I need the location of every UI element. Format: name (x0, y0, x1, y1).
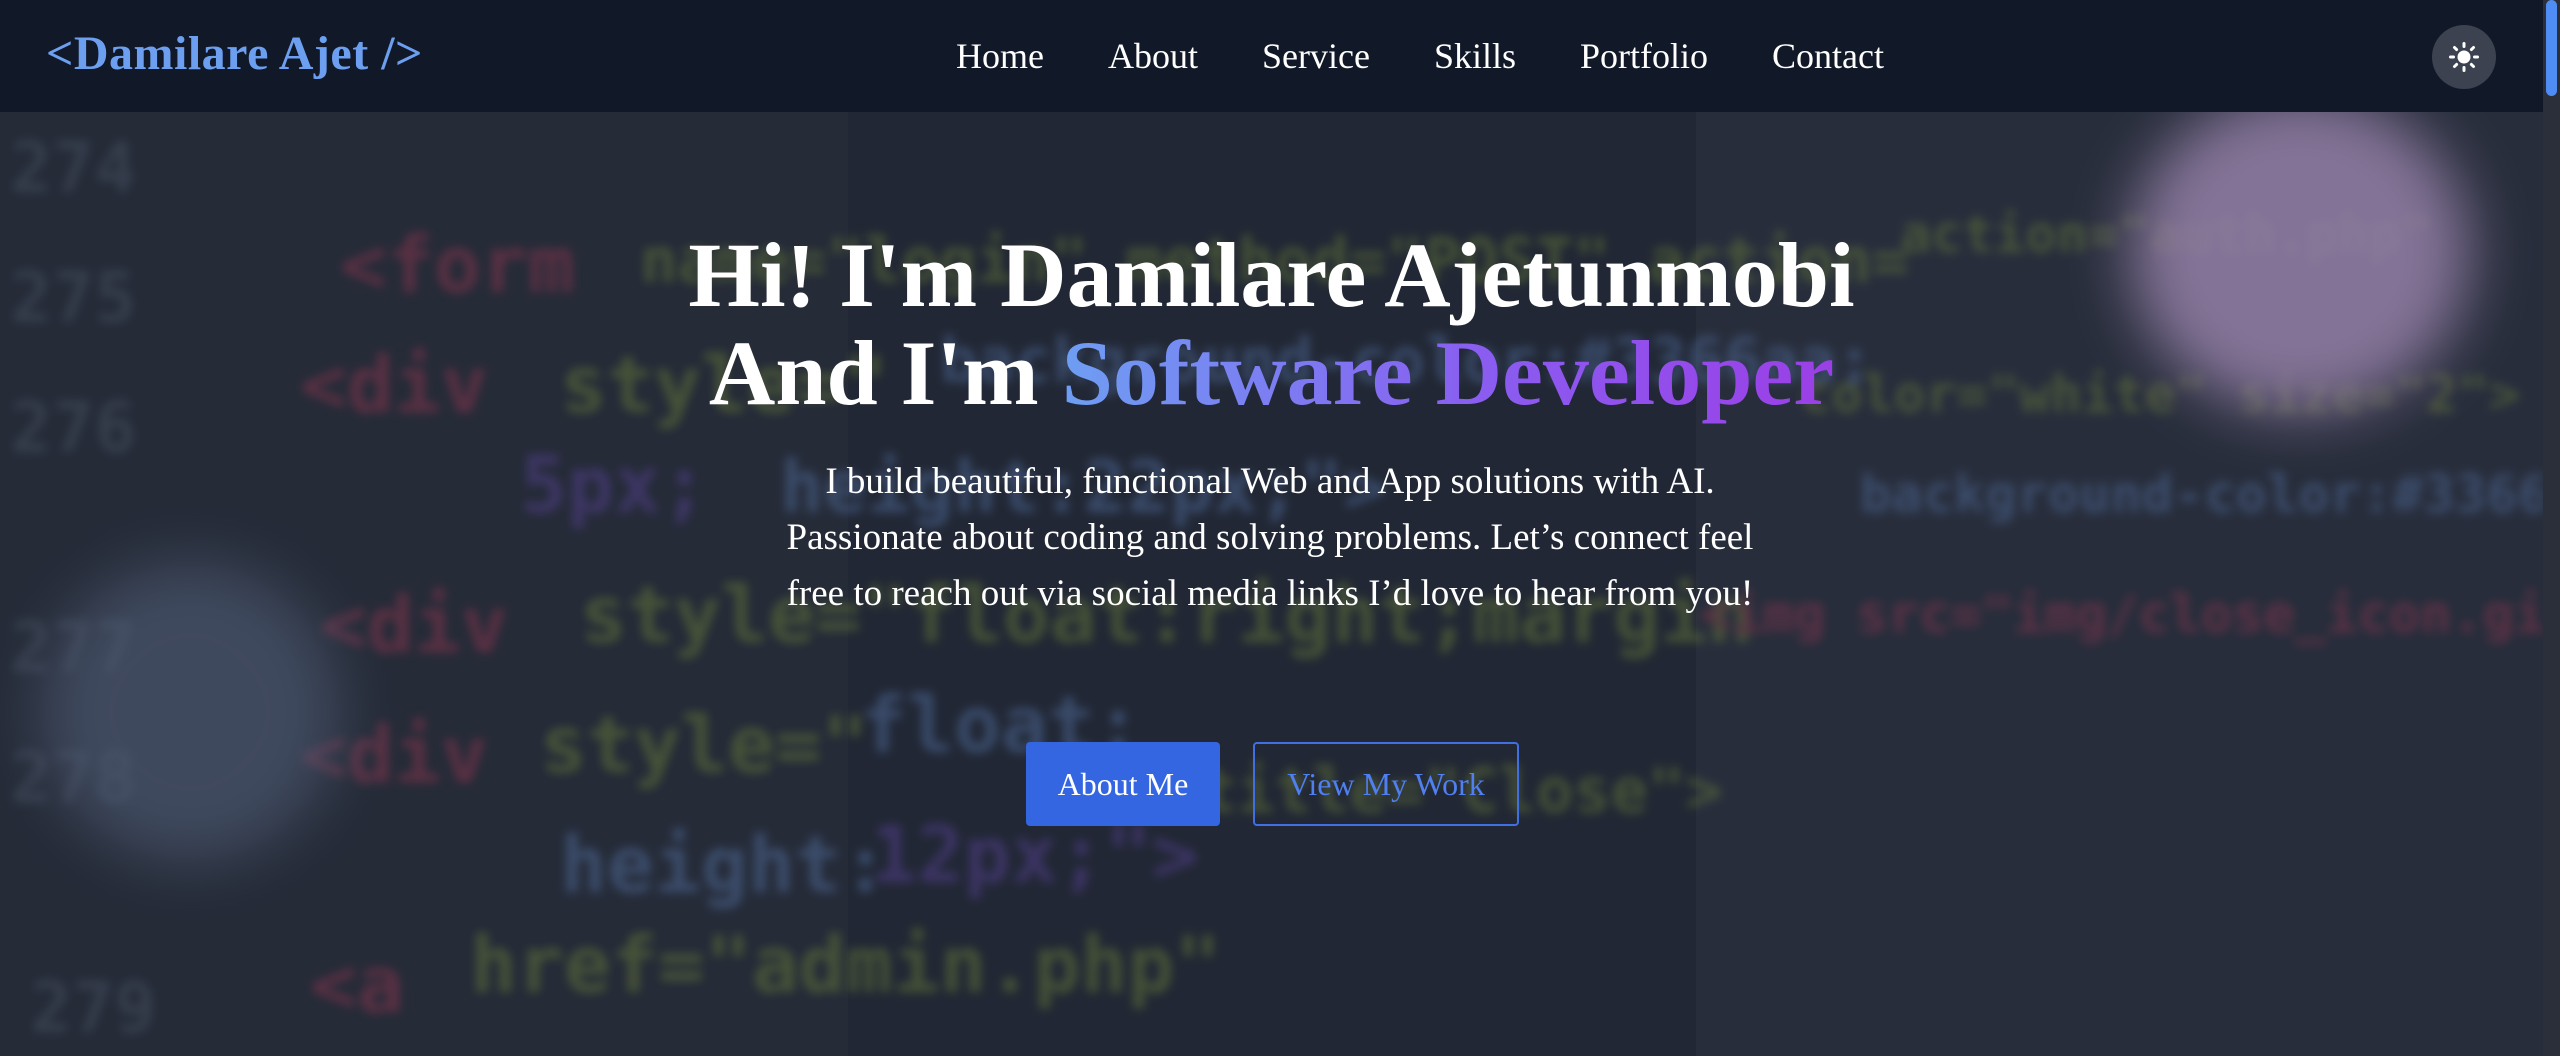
site-logo[interactable]: <Damilare Ajet /> (46, 26, 423, 81)
theme-toggle-button[interactable] (2432, 25, 2496, 89)
nav-link-skills[interactable]: Skills (1434, 35, 1516, 77)
hero-title: Hi! I'm Damilare Ajetunmobi And I'm Soft… (0, 226, 2543, 422)
about-me-button[interactable]: About Me (1026, 742, 1220, 826)
navbar: <Damilare Ajet /> Home About Service Ski… (0, 0, 2543, 112)
hero-title-role: Software Developer (1061, 322, 1835, 424)
sun-icon (2449, 42, 2479, 72)
nav-link-contact[interactable]: Contact (1772, 35, 1884, 77)
nav-links: Home About Service Skills Portfolio Cont… (956, 0, 1884, 112)
hero-title-line2-prefix: And I'm (708, 322, 1062, 424)
nav-link-home[interactable]: Home (956, 35, 1044, 77)
hero-title-line1: Hi! I'm Damilare Ajetunmobi (688, 224, 1855, 326)
page-scrollbar[interactable] (2543, 0, 2560, 1056)
nav-link-portfolio[interactable]: Portfolio (1580, 35, 1708, 77)
page-scrollbar-thumb[interactable] (2546, 0, 2557, 96)
view-my-work-button[interactable]: View My Work (1253, 742, 1519, 826)
nav-link-service[interactable]: Service (1262, 35, 1370, 77)
hero-description: I build beautiful, functional Web and Ap… (786, 461, 1754, 614)
page: 274 275 276 277 278 279 <form name="logi… (0, 0, 2560, 1056)
nav-link-about[interactable]: About (1108, 35, 1198, 77)
